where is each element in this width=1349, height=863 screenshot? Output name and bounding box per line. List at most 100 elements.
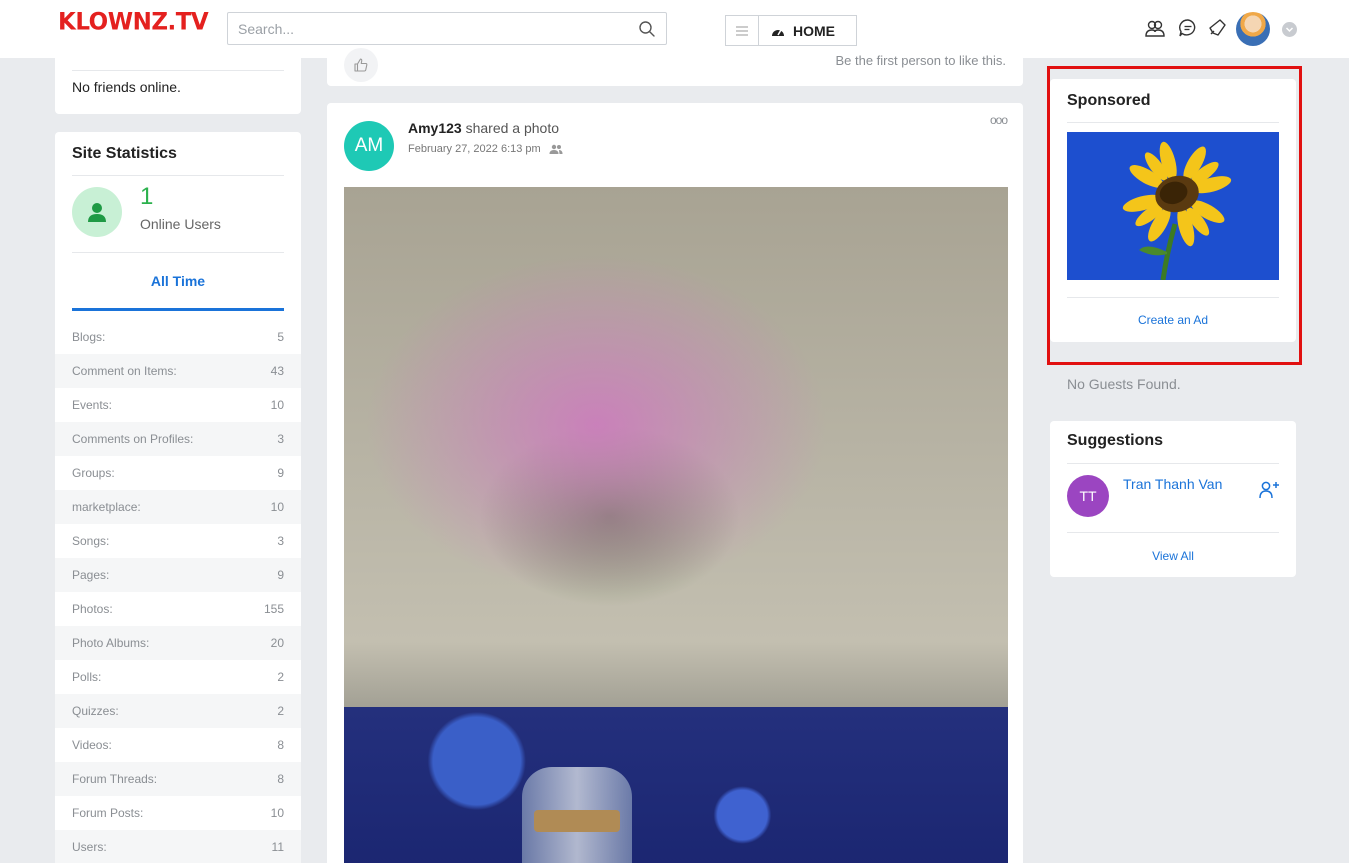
stat-row-forum-threads: Forum Threads: 8 [55,762,301,796]
post-header: Amy123 shared a photo [408,120,559,136]
like-button[interactable] [344,48,378,82]
divider [1067,532,1279,533]
notifications-bell-icon[interactable] [1206,17,1228,39]
post-options-icon[interactable]: ooo [990,113,1008,127]
home-button[interactable]: HOME [759,16,856,45]
stat-value: 5 [277,330,284,344]
stat-value: 2 [277,704,284,718]
search-box[interactable] [227,12,667,45]
suggestion-avatar[interactable]: TT [1067,475,1109,517]
stat-value: 155 [263,602,284,616]
stat-label: Comments on Profiles: [72,432,194,446]
divider [72,175,284,176]
stat-row-photo-albums: Photo Albums: 20 [55,626,301,660]
stat-label: Videos: [72,738,112,752]
stat-value: 10 [270,500,284,514]
stat-label: Blogs: [72,330,106,344]
tab-all-time[interactable]: All Time [72,273,284,289]
online-users-label: Online Users [140,216,221,232]
active-tab-indicator [72,308,284,311]
home-label: HOME [793,22,835,39]
post-photo[interactable] [344,187,1008,863]
stat-row-events: Events: 10 [55,388,301,422]
stat-value: 8 [277,772,284,786]
post-author-name[interactable]: Amy123 [408,120,462,136]
stat-row-videos: Videos: 8 [55,728,301,762]
post-action: shared a photo [465,120,559,136]
stat-value: 9 [277,466,284,480]
stat-value: 9 [277,568,284,582]
stat-value: 10 [270,806,284,820]
stat-row-polls: Polls: 2 [55,660,301,694]
stat-label: Songs: [72,534,110,548]
stat-row-blogs: Blogs: 5 [55,320,301,354]
user-icon [88,203,106,222]
guests-status: No Guests Found. [1067,376,1181,392]
thumbs-up-icon [354,58,368,72]
divider [72,70,284,71]
divider [72,252,284,253]
site-statistics-card: Site Statistics 1 Online Users All Time … [55,132,301,863]
search-input[interactable] [238,20,628,38]
stat-value: 3 [277,534,284,548]
stat-value: 10 [270,398,284,412]
highlight-frame [1047,66,1302,365]
dashboard-icon [772,29,784,36]
site-statistics-title: Site Statistics [72,145,177,162]
add-friend-icon[interactable] [1258,480,1280,500]
online-users-count: 1 [140,183,154,210]
stat-row-comment-on-items: Comment on Items: 43 [55,354,301,388]
stat-value: 2 [277,670,284,684]
online-users-badge [72,187,122,237]
statistics-list: Blogs: 5 Comment on Items: 43 Events: 10 Co… [55,320,301,863]
stat-value: 11 [271,840,284,854]
stat-row-quizzes: Quizzes: 2 [55,694,301,728]
photo-tablecloth [344,707,1008,863]
post-date[interactable]: February 27, 2022 6:13 pm [408,143,541,155]
stat-value: 43 [270,364,284,378]
post-author-avatar[interactable]: AM [344,121,394,171]
stat-label: Forum Threads: [72,772,158,786]
stat-row-songs: Songs: 3 [55,524,301,558]
account-menu-chevron-icon[interactable] [1282,22,1297,37]
stat-label: Events: [72,398,113,412]
stat-label: Photo Albums: [72,636,150,650]
suggestion-name-link[interactable]: Tran Thanh Van [1123,476,1222,492]
stat-row-forum-posts: Forum Posts: 10 [55,796,301,830]
site-logo[interactable]: KLOWNZ.TV [58,8,209,35]
suggestions-title: Suggestions [1067,432,1164,449]
photo-twine [534,810,620,832]
messages-icon[interactable] [1177,17,1199,39]
friends-online-status: No friends online. [72,79,181,95]
top-navigation-bar: KLOWNZ.TV HOME [0,0,1349,58]
view-all-suggestions-link[interactable]: View All [1067,549,1279,563]
stat-value: 20 [270,636,284,650]
stat-value: 3 [277,432,284,446]
stat-row-users: Users: 11 [55,830,301,863]
like-prompt: Be the first person to like this. [835,53,1006,68]
stat-label: Photos: [72,602,113,616]
stat-label: Groups: [72,466,115,480]
stat-row-photos: Photos: 155 [55,592,301,626]
stat-label: Pages: [72,568,110,582]
menu-button[interactable] [726,16,759,45]
friends-icon[interactable] [1144,17,1166,39]
hamburger-icon [736,26,748,35]
stat-row-pages: Pages: 9 [55,558,301,592]
stat-row-groups: Groups: 9 [55,456,301,490]
stat-label: Polls: [72,670,102,684]
friends-online-card: No friends online. [55,52,301,114]
stat-label: Quizzes: [72,704,119,718]
stat-label: Comment on Items: [72,364,177,378]
search-icon[interactable] [638,20,656,38]
suggestions-card: Suggestions TT Tran Thanh Van View All [1050,421,1296,577]
previous-post-footer: Be the first person to like this. [327,48,1023,86]
user-avatar[interactable] [1236,12,1270,46]
divider [1067,463,1279,464]
chevron-down-icon [1285,27,1294,33]
stat-value: 8 [277,738,284,752]
friends-privacy-icon [549,144,563,154]
stat-label: marketplace: [72,500,141,514]
post-meta: February 27, 2022 6:13 pm [408,143,563,155]
stat-label: Forum Posts: [72,806,144,820]
